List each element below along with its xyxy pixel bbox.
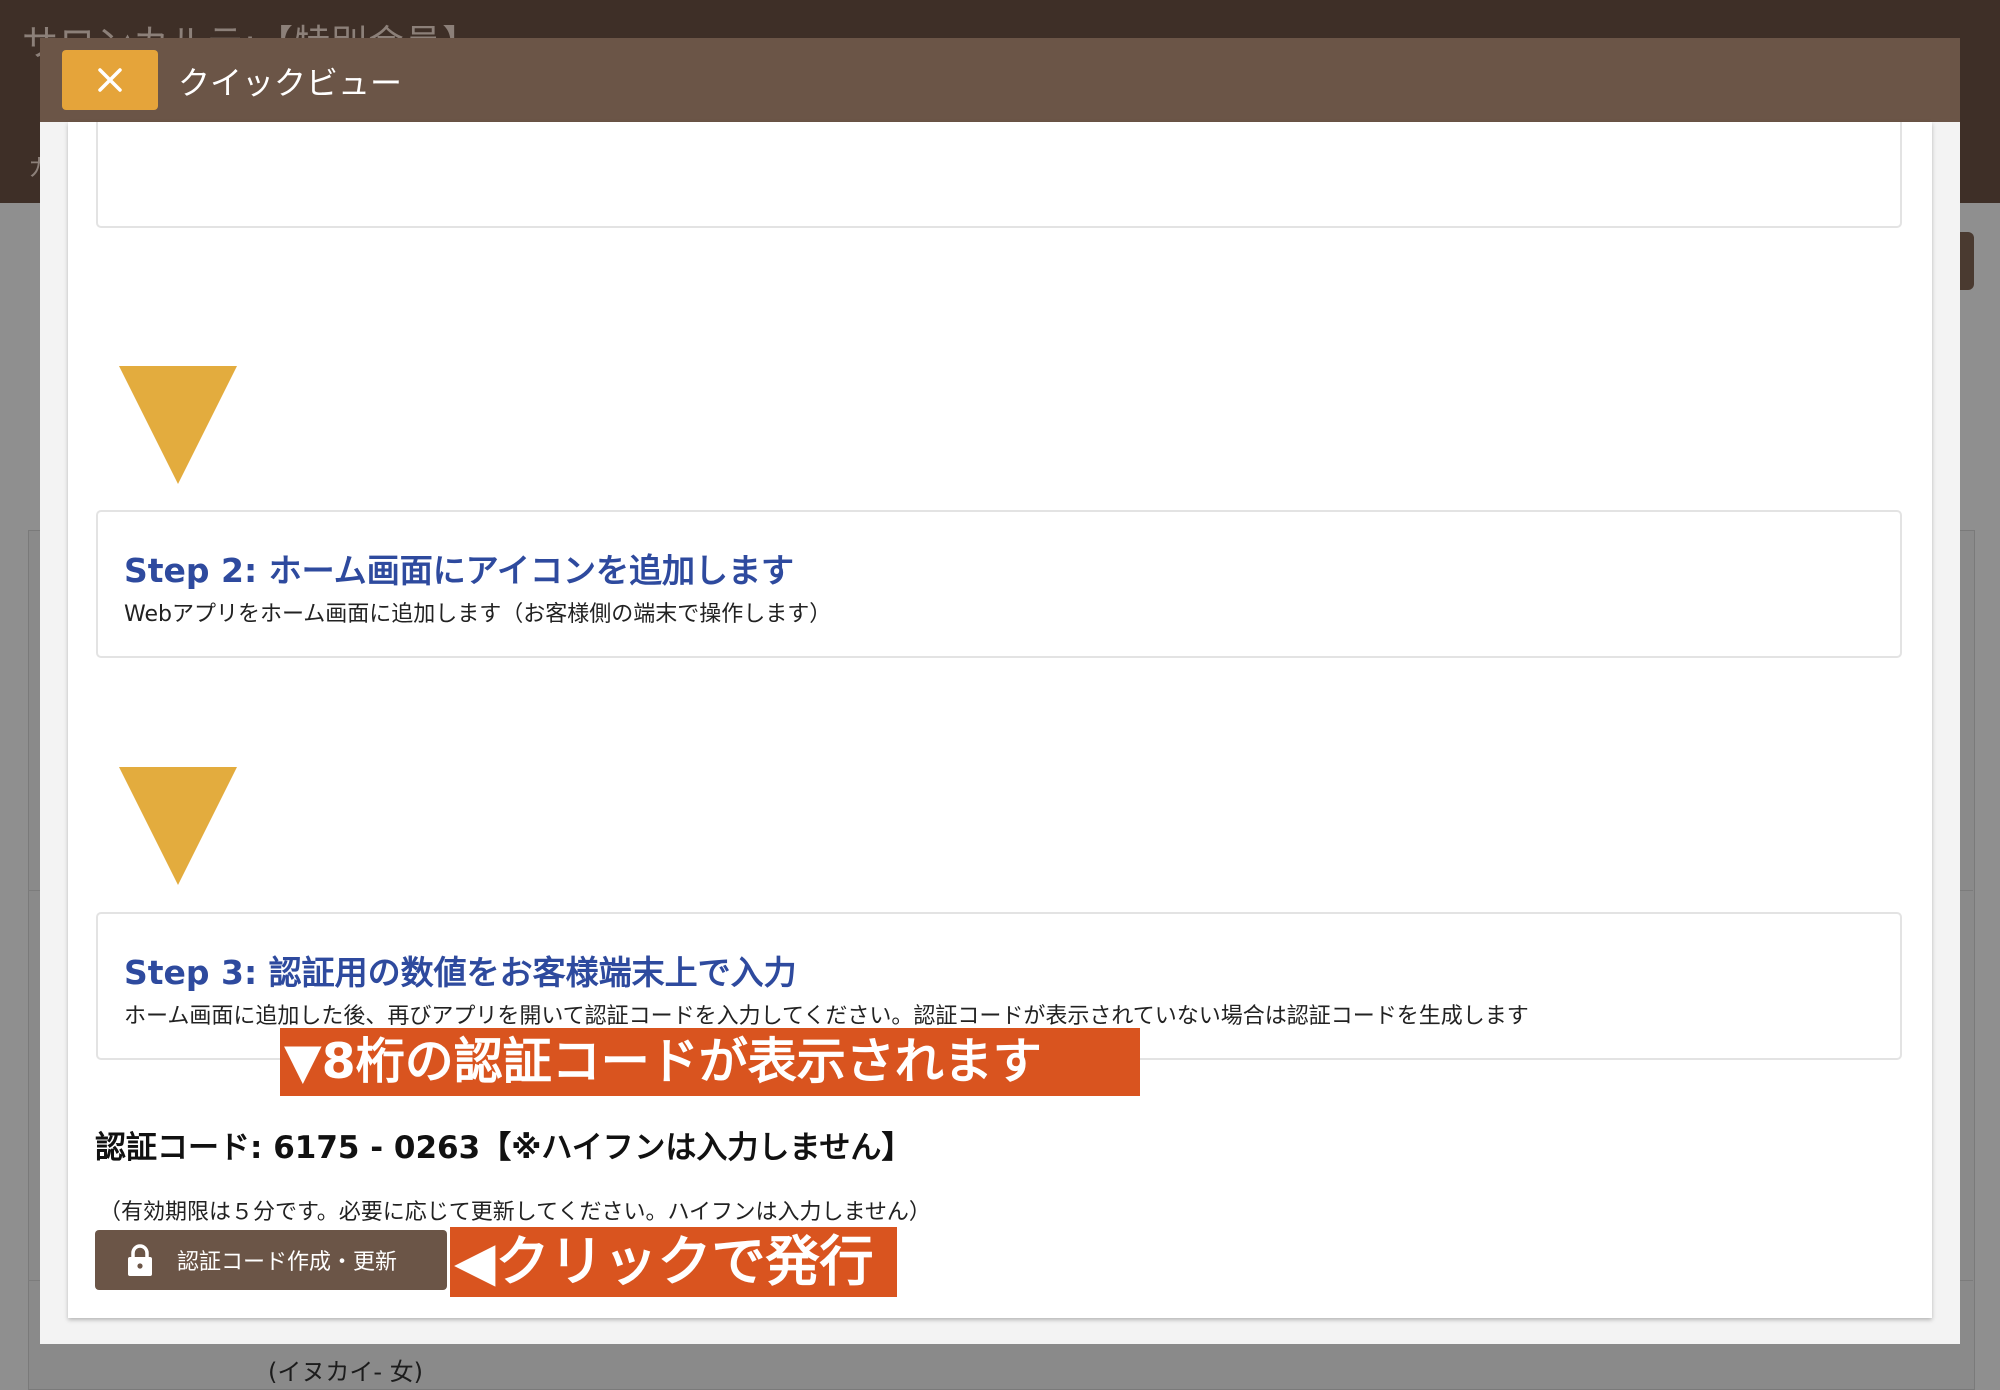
modal-title: クイックビュー: [178, 64, 403, 102]
close-button[interactable]: [62, 50, 158, 110]
generate-code-button[interactable]: 認証コード作成・更新: [95, 1230, 447, 1290]
close-icon: [98, 68, 122, 92]
down-arrow-icon: [119, 366, 237, 484]
step-3-description: ホーム画面に追加した後、再びアプリを開いて認証コードを入力してください。認証コー…: [124, 1004, 1529, 1029]
step-card-1: [96, 122, 1902, 228]
quick-view-modal: クイックビュー Step 2: ホーム画面にアイコンを追加します Webアプリを…: [40, 38, 1960, 1344]
background-text: (イヌカイ- 女): [268, 1358, 424, 1386]
step-2-description: Webアプリをホーム画面に追加します（お客様側の端末で操作します）: [124, 602, 832, 627]
annotation-code-shown: ▼8桁の認証コードが表示されます: [280, 1028, 1140, 1096]
annotation-click-to-issue: ◀クリックで発行: [450, 1227, 897, 1297]
auth-code-display: 認証コード: 6175 - 0263【※ハイフンは入力しません】: [95, 1130, 913, 1166]
generate-code-button-label: 認証コード作成・更新: [177, 1250, 398, 1275]
background-side-tab: [1958, 232, 1974, 290]
step-card-2: Step 2: ホーム画面にアイコンを追加します Webアプリをホーム画面に追加…: [96, 510, 1902, 658]
validity-note: （有効期限は５分です。必要に応じて更新してください。ハイフンは入力しません）: [99, 1200, 931, 1225]
modal-header: クイックビュー: [40, 38, 1960, 122]
modal-content[interactable]: Step 2: ホーム画面にアイコンを追加します Webアプリをホーム画面に追加…: [68, 122, 1932, 1318]
step-2-title: Step 2: ホーム画面にアイコンを追加します: [124, 551, 795, 590]
lock-icon: [128, 1244, 152, 1276]
down-arrow-icon: [119, 767, 237, 885]
step-3-title: Step 3: 認証用の数値をお客様端末上で入力: [124, 953, 797, 992]
